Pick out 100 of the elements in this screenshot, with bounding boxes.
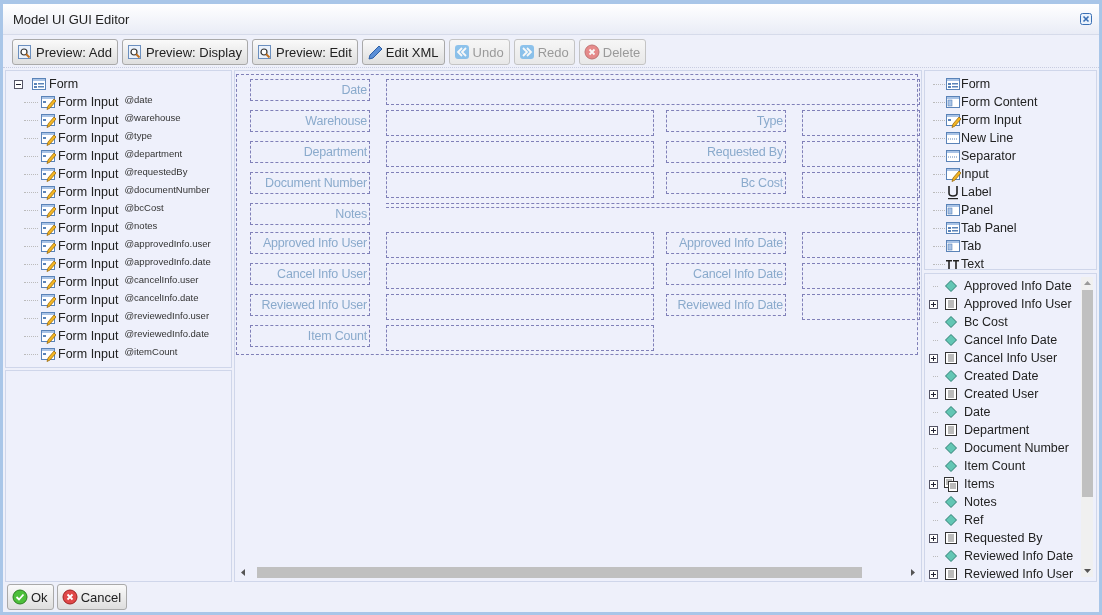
input-placeholder[interactable] <box>386 172 654 198</box>
vertical-scrollbar[interactable] <box>1081 277 1093 577</box>
binding-text: @department <box>124 148 183 159</box>
panel-icon <box>945 202 961 218</box>
tree-item[interactable]: Form Input <box>58 239 119 253</box>
cancel-button[interactable]: Cancel <box>56 584 128 610</box>
pencil-form-icon <box>40 238 56 254</box>
pencil-form-icon <box>945 112 961 128</box>
pencil-form-icon <box>40 202 56 218</box>
tree-item[interactable]: Form Input <box>58 347 119 361</box>
diamond-icon <box>943 314 959 330</box>
tree-item[interactable]: Form Input <box>58 275 119 289</box>
pencil-form-icon <box>40 94 56 110</box>
tree-item[interactable]: Form <box>49 77 79 91</box>
toolbar-button[interactable]: Preview: Add <box>12 39 118 65</box>
palette-item[interactable]: Form Content <box>961 95 1038 109</box>
palette-item[interactable]: New Line <box>961 131 1014 145</box>
pencil-form-icon <box>40 346 56 362</box>
binding-text: @cancelInfo.date <box>124 292 199 303</box>
diamond-icon <box>943 278 959 294</box>
field-item[interactable]: Department <box>964 423 1030 437</box>
table-icon <box>943 386 959 402</box>
delete-icon <box>583 44 600 60</box>
field-item[interactable]: Created User <box>964 387 1039 401</box>
panel-icon <box>945 94 961 110</box>
palette-item[interactable]: Separator <box>961 149 1016 163</box>
input-placeholder[interactable] <box>802 141 920 167</box>
field-item[interactable]: Cancel Info Date <box>964 333 1058 347</box>
input-placeholder[interactable] <box>802 172 920 198</box>
magnifier-document-icon <box>256 44 273 60</box>
diamond-icon <box>943 548 959 564</box>
field-item[interactable]: Reviewed Info Date <box>964 549 1074 563</box>
tree-item[interactable]: Form Input <box>58 329 119 343</box>
field-item[interactable]: Cancel Info User <box>964 351 1058 365</box>
palette-item[interactable]: Text <box>961 257 984 271</box>
field-item[interactable]: Items <box>964 477 995 491</box>
input-placeholder[interactable] <box>802 263 920 289</box>
rewind-icon <box>453 44 470 60</box>
field-item[interactable]: Notes <box>964 495 997 509</box>
field-item[interactable]: Reviewed Info User <box>964 567 1074 581</box>
input-placeholder[interactable] <box>386 325 654 351</box>
ok-button[interactable]: Ok <box>7 584 54 610</box>
diamond-icon <box>943 404 959 420</box>
pencil-form-icon <box>40 220 56 236</box>
up-arrow-icon <box>1082 279 1092 287</box>
palette-item[interactable]: Tab <box>961 239 982 253</box>
input-placeholder[interactable] <box>386 263 654 289</box>
field-item[interactable]: Ref <box>964 513 984 527</box>
table-icon <box>943 350 959 366</box>
input-placeholder[interactable] <box>386 141 654 167</box>
tree-item[interactable]: Form Input <box>58 149 119 163</box>
palette-item[interactable]: Panel <box>961 203 993 217</box>
binding-text: @approvedInfo.date <box>124 256 211 267</box>
field-item[interactable]: Bc Cost <box>964 315 1008 329</box>
palette-item[interactable]: Tab Panel <box>961 221 1017 235</box>
field-item[interactable]: Created Date <box>964 369 1039 383</box>
binding-text: @reviewedInfo.date <box>124 328 210 339</box>
input-placeholder[interactable] <box>386 232 654 258</box>
palette-item[interactable]: Label <box>961 185 992 199</box>
toolbar-button[interactable]: Edit XML <box>361 39 445 65</box>
input-placeholder[interactable] <box>802 232 920 258</box>
field-item[interactable]: Item Count <box>964 459 1026 473</box>
forward-icon <box>518 44 535 60</box>
tree-item[interactable]: Form Input <box>58 185 119 199</box>
palette-item[interactable]: Form Input <box>961 113 1022 127</box>
tree-item[interactable]: Form Input <box>58 113 119 127</box>
input-placeholder[interactable] <box>802 110 920 136</box>
field-item[interactable]: Date <box>964 405 991 419</box>
palette-item[interactable]: Form <box>961 77 991 91</box>
binding-text: @warehouse <box>124 112 181 123</box>
pencil-form-icon <box>40 310 56 326</box>
tree-item[interactable]: Form Input <box>58 131 119 145</box>
field-item[interactable]: Approved Info User <box>964 297 1072 311</box>
palette-item[interactable]: Input <box>961 167 989 181</box>
tree-item[interactable]: Form Input <box>58 311 119 325</box>
close-button[interactable] <box>1079 12 1093 26</box>
pencil-form-icon <box>40 166 56 182</box>
toolbar-button[interactable]: Preview: Edit <box>251 39 358 65</box>
pencil-form-icon <box>945 166 961 182</box>
binding-text: @requestedBy <box>124 166 188 177</box>
field-item[interactable]: Approved Info Date <box>964 279 1072 293</box>
tree-item[interactable]: Form Input <box>58 203 119 217</box>
tree-item[interactable]: Form Input <box>58 293 119 307</box>
input-placeholder[interactable] <box>386 79 920 105</box>
separator-icon <box>945 130 961 146</box>
input-placeholder[interactable] <box>802 294 920 320</box>
field-item[interactable]: Document Number <box>964 441 1069 455</box>
input-placeholder[interactable] <box>386 294 654 320</box>
binding-text: @type <box>124 130 153 141</box>
input-strip[interactable] <box>386 203 920 208</box>
binding-text: @bcCost <box>124 202 164 213</box>
toolbar-button[interactable]: Preview: Display <box>121 39 248 65</box>
input-placeholder[interactable] <box>386 110 654 136</box>
tree-item[interactable]: Form Input <box>58 221 119 235</box>
tree-item[interactable]: Form Input <box>58 95 119 109</box>
binding-text: @date <box>124 94 153 105</box>
tree-item[interactable]: Form Input <box>58 257 119 271</box>
field-item[interactable]: Requested By <box>964 531 1043 545</box>
pencil-icon <box>366 44 383 60</box>
tree-item[interactable]: Form Input <box>58 167 119 181</box>
